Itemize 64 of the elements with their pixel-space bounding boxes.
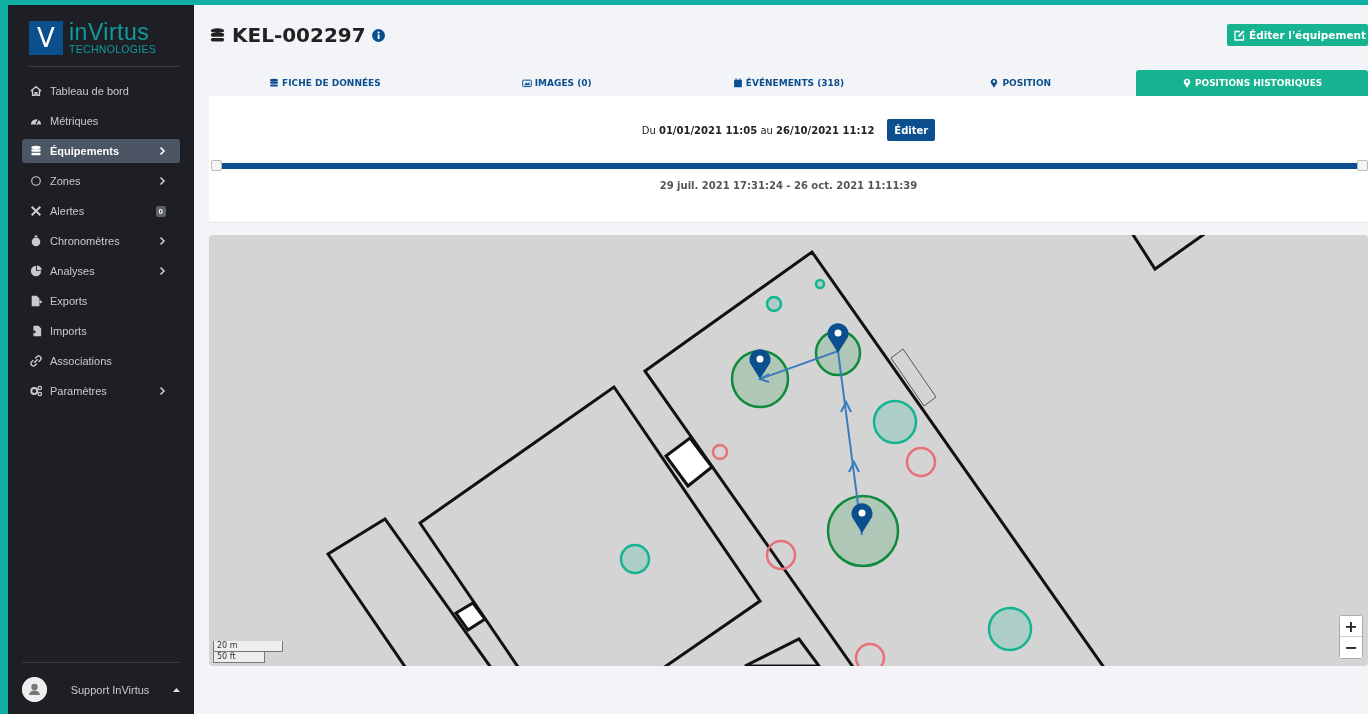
edit-icon — [1234, 29, 1245, 41]
chevron-icon — [159, 176, 166, 186]
zone-circle — [619, 543, 651, 575]
map-view[interactable]: 20 m 50 ft + − — [209, 235, 1368, 666]
map-pin-icon[interactable] — [749, 349, 771, 379]
link-icon — [30, 355, 42, 367]
pie-chart-icon — [30, 265, 42, 277]
info-icon[interactable] — [371, 28, 385, 42]
gears-icon — [30, 385, 42, 397]
scale-bar-label: 50 ft — [213, 652, 265, 663]
zoom-in-button[interactable]: + — [1340, 616, 1362, 637]
caret-icon[interactable] — [173, 687, 180, 692]
logo-mark: V — [29, 21, 63, 55]
zone-circle — [765, 539, 797, 571]
range-handle[interactable] — [1357, 160, 1368, 171]
file-export-icon — [30, 295, 42, 307]
edit-button[interactable]: Éditer — [887, 119, 936, 141]
zone-circle — [711, 443, 729, 461]
database-icon — [30, 145, 42, 157]
database-icon — [209, 25, 226, 45]
calendar-icon — [732, 78, 743, 88]
sidebar-item[interactable]: Associations — [22, 349, 180, 373]
user-name[interactable]: Support InVirtus — [57, 683, 163, 696]
count-badge: 0 — [155, 205, 166, 217]
sidebar-item[interactable]: Paramètres — [22, 379, 180, 403]
chevron-icon — [159, 236, 166, 246]
range-handle[interactable] — [211, 160, 222, 171]
selected-range-text: 29 juil. 2021 17:31:24 - 26 oct. 2021 11:11:39 — [659, 180, 918, 191]
avatar-icon[interactable] — [22, 677, 47, 702]
stopwatch-icon — [30, 235, 42, 247]
range-slider[interactable] — [222, 163, 1357, 169]
zone-circle — [814, 278, 826, 290]
sidebar-item[interactable]: Imports — [22, 319, 180, 343]
zone-circle — [987, 606, 1033, 652]
database-icon — [269, 78, 280, 88]
logo-text: inVirtus — [69, 21, 150, 45]
sidebar-item[interactable]: Tableau de bord — [22, 79, 180, 103]
sidebar-item[interactable]: Équipements — [22, 139, 180, 163]
scale-bar-label: 20 m — [213, 641, 283, 652]
sidebar-item[interactable]: Zones — [22, 169, 180, 193]
page-title: KEL-002297 — [232, 23, 366, 47]
sidebar-item[interactable]: Métriques — [22, 109, 180, 133]
sidebar-item[interactable]: Alertes 0 — [22, 199, 180, 223]
map-pin-icon — [989, 78, 1000, 88]
file-import-icon — [30, 325, 42, 337]
map-pin-icon — [1181, 78, 1192, 88]
zone-circle — [765, 295, 783, 313]
chevron-icon — [159, 146, 166, 156]
circle-icon — [30, 175, 42, 187]
sidebar-item[interactable]: Exports — [22, 289, 180, 313]
home-icon — [30, 85, 42, 97]
chevron-icon — [159, 386, 166, 396]
image-icon — [521, 78, 532, 88]
map-pin-icon[interactable] — [851, 503, 873, 533]
logo-tagline: TECHNOLOGIES — [69, 44, 157, 55]
chevron-icon — [159, 266, 166, 276]
tab[interactable]: IMAGES (0) — [440, 70, 673, 96]
date-range-text: Du 01/01/2021 11:05 au 26/10/2021 11:12 — [641, 124, 875, 136]
tab[interactable]: FICHE DE DONNÉES — [209, 70, 441, 96]
map-pin-icon[interactable] — [827, 323, 849, 353]
tab[interactable]: ÉVÉNEMENTS (318) — [672, 70, 905, 96]
tab[interactable]: POSITION — [904, 70, 1137, 96]
sidebar-item[interactable]: Chronomètres — [22, 229, 180, 253]
sidebar-item[interactable]: Analyses — [22, 259, 180, 283]
